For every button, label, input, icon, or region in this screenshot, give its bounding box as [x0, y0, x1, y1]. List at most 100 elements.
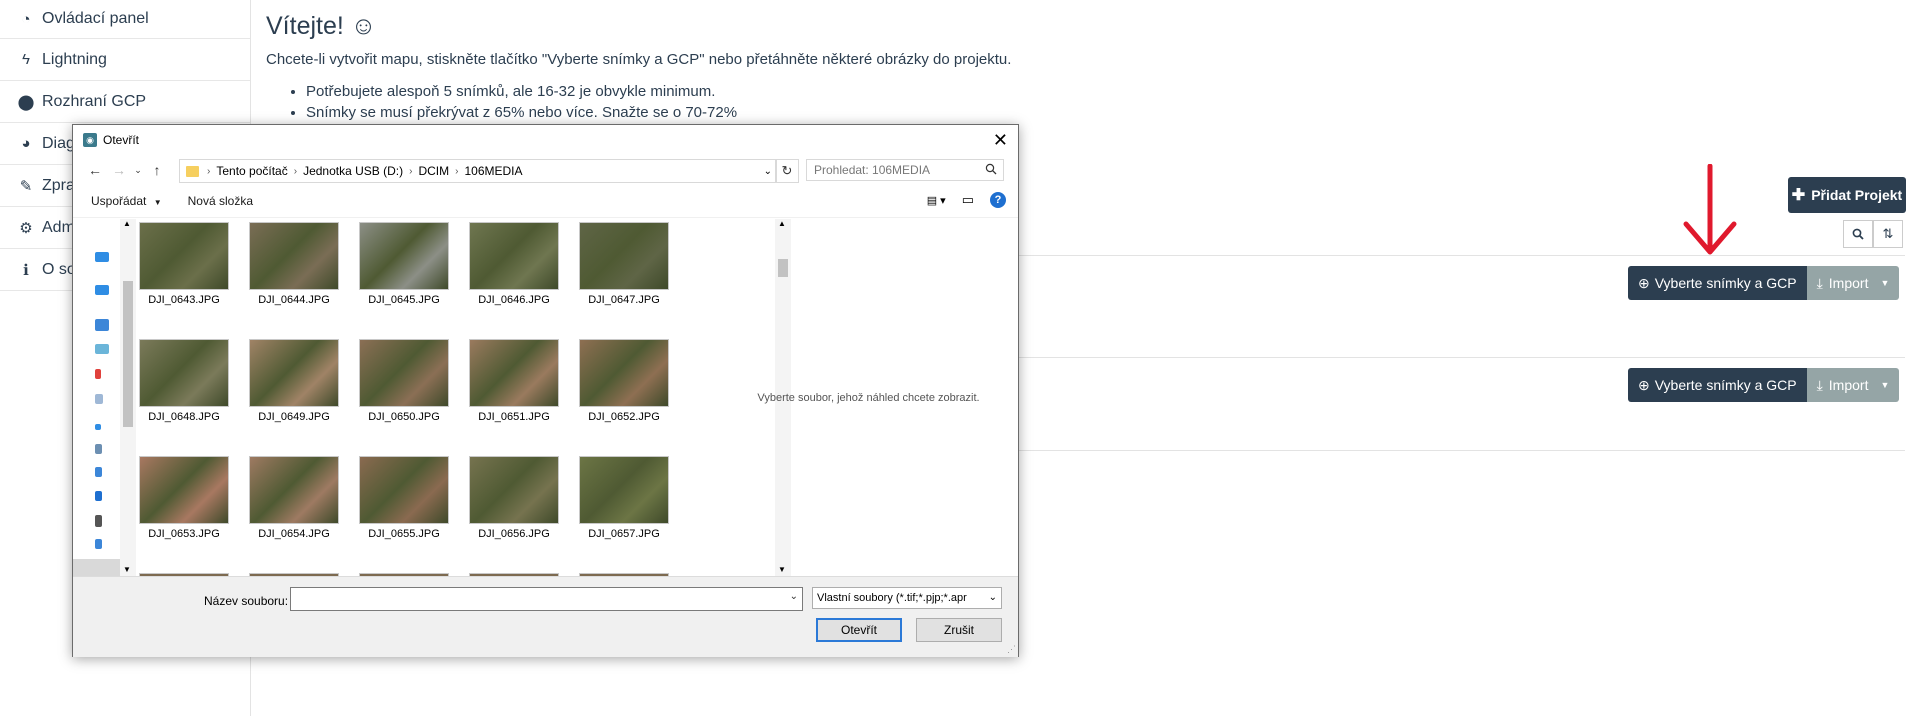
- close-icon[interactable]: ✕: [993, 130, 1008, 151]
- this-pc-icon[interactable]: [95, 319, 109, 331]
- image-thumbnail: [359, 222, 449, 290]
- sidebar-item[interactable]: ϟ Lightning: [0, 39, 250, 81]
- forward-arrow-icon[interactable]: →: [107, 162, 131, 178]
- search-input[interactable]: Prohledat: 106MEDIA: [806, 159, 1004, 181]
- drive-icon[interactable]: [95, 515, 102, 527]
- onedrive-icon[interactable]: [95, 252, 109, 262]
- music-icon[interactable]: [95, 444, 102, 454]
- scroll-down-icon[interactable]: ▼: [123, 565, 131, 574]
- file-type-select[interactable]: Vlastní soubory (*.tif;*.pjp;*.apr ⌄: [812, 587, 1002, 609]
- breadcrumb-item[interactable]: 106MEDIA: [464, 164, 522, 178]
- file-tile[interactable]: DJI_0653.JPG: [139, 456, 229, 540]
- file-name: DJI_0652.JPG: [588, 411, 660, 423]
- usb-drive-icon[interactable]: [95, 539, 102, 549]
- caret-down-icon: ▼: [1880, 380, 1890, 390]
- pictures-icon[interactable]: [95, 467, 102, 477]
- chevron-down-icon[interactable]: ⌄: [790, 591, 798, 602]
- import-icon: ⤓: [1816, 376, 1823, 393]
- help-icon[interactable]: ?: [990, 192, 1006, 208]
- bolt-icon: ϟ: [22, 51, 30, 68]
- resize-grip-icon[interactable]: ⋰: [1007, 644, 1016, 655]
- command-bar: Uspořádat ▼ Nová složka ▤ ▾ ▭ ?: [73, 185, 1018, 218]
- up-arrow-icon[interactable]: ↑: [145, 162, 169, 178]
- select-images-button[interactable]: ⊕ Vyberte snímky a GCP: [1628, 266, 1807, 300]
- image-thumbnail: [359, 456, 449, 524]
- caret-down-icon: ▼: [1880, 278, 1890, 288]
- scroll-up-icon[interactable]: ▲: [123, 219, 131, 228]
- file-tile[interactable]: DJI_0657.JPG: [579, 456, 669, 540]
- import-icon: ⤓: [1816, 274, 1823, 291]
- wrench-icon: ✎: [19, 177, 33, 195]
- file-tile[interactable]: DJI_0652.JPG: [579, 339, 669, 423]
- sidebar-item[interactable]: ◔ Ovládací panel: [0, 0, 250, 39]
- change-view-icon[interactable]: ▤ ▾: [927, 194, 946, 207]
- select-images-button[interactable]: ⊕ Vyberte snímky a GCP: [1628, 368, 1807, 402]
- breadcrumb-item[interactable]: Tento počítač: [216, 164, 287, 178]
- tip-item: Snímky se musí překrývat z 65% nebo více…: [306, 102, 1920, 123]
- file-tile[interactable]: DJI_0654.JPG: [249, 456, 339, 540]
- documents-icon[interactable]: [95, 394, 103, 404]
- search-placeholder: Prohledat: 106MEDIA: [814, 163, 931, 177]
- chevron-down-icon[interactable]: ⌄: [764, 166, 772, 177]
- app-icon: ◉: [83, 133, 97, 147]
- file-tile[interactable]: DJI_0656.JPG: [469, 456, 559, 540]
- image-thumbnail: [359, 339, 449, 407]
- file-tile[interactable]: DJI_0643.JPG: [139, 222, 229, 306]
- selected-nav-item[interactable]: [73, 559, 120, 576]
- file-tile[interactable]: DJI_0655.JPG: [359, 456, 449, 540]
- import-button[interactable]: ⤓ Import ▼: [1806, 266, 1900, 300]
- plus-icon: ✚: [1791, 187, 1806, 204]
- filename-input[interactable]: ⌄: [290, 587, 803, 611]
- open-button[interactable]: Otevřít: [816, 618, 902, 642]
- image-thumbnail: [469, 339, 559, 407]
- tips-list: Potřebujete alespoň 5 snímků, ale 16-32 …: [266, 81, 1920, 123]
- pie-chart-icon: ◕: [21, 135, 31, 152]
- file-tile[interactable]: DJI_0644.JPG: [249, 222, 339, 306]
- organize-button[interactable]: Uspořádat ▼: [91, 194, 162, 208]
- breadcrumb-item[interactable]: Jednotka USB (D:): [303, 164, 403, 178]
- downloads-icon[interactable]: [95, 424, 101, 430]
- file-tile[interactable]: DJI_0647.JPG: [579, 222, 669, 306]
- address-bar[interactable]: › Tento počítač › Jednotka USB (D:) › DC…: [179, 159, 777, 183]
- cancel-button[interactable]: Zrušit: [916, 618, 1002, 642]
- add-project-button[interactable]: ✚ Přidat Projekt: [1788, 177, 1906, 213]
- import-button[interactable]: ⤓ Import ▼: [1806, 368, 1900, 402]
- view-controls: ▤ ▾ ▭ ?: [927, 192, 1006, 208]
- file-tile[interactable]: DJI_0646.JPG: [469, 222, 559, 306]
- sidebar-item-label: Ovládací panel: [42, 10, 149, 27]
- search-icon[interactable]: [1843, 220, 1873, 248]
- scroll-thumb[interactable]: [123, 281, 133, 427]
- file-name: DJI_0657.JPG: [588, 528, 660, 540]
- file-name: DJI_0646.JPG: [478, 294, 550, 306]
- file-tile[interactable]: DJI_0649.JPG: [249, 339, 339, 423]
- cogs-icon: ⚙: [19, 219, 33, 237]
- preview-pane-icon[interactable]: ▭: [962, 192, 974, 208]
- sidebar-item[interactable]: ⬤ Rozhraní GCP: [0, 81, 250, 123]
- objects-icon[interactable]: [95, 344, 109, 354]
- file-name: DJI_0653.JPG: [148, 528, 220, 540]
- breadcrumb-item[interactable]: DCIM: [418, 164, 449, 178]
- onedrive-icon[interactable]: [95, 285, 109, 295]
- desktop-icon[interactable]: [95, 369, 101, 379]
- preview-text: Vyberte soubor, jehož náhled chcete zobr…: [757, 391, 980, 404]
- file-name: DJI_0650.JPG: [368, 411, 440, 423]
- back-arrow-icon[interactable]: ←: [83, 162, 107, 178]
- upload-icon: ⊕: [1638, 274, 1650, 291]
- file-tile[interactable]: DJI_0650.JPG: [359, 339, 449, 423]
- file-tile[interactable]: DJI_0645.JPG: [359, 222, 449, 306]
- file-tile[interactable]: DJI_0651.JPG: [469, 339, 559, 423]
- map-marker-icon: ⬤: [17, 93, 35, 111]
- videos-icon[interactable]: [95, 491, 102, 501]
- dialog-titlebar[interactable]: ◉ Otevřít ✕: [73, 125, 1018, 155]
- new-folder-button[interactable]: Nová složka: [188, 194, 253, 208]
- chevron-right-icon: ›: [293, 165, 298, 177]
- refresh-icon[interactable]: ↻: [775, 159, 799, 183]
- file-tile[interactable]: DJI_0648.JPG: [139, 339, 229, 423]
- sort-icon[interactable]: ⇅: [1873, 220, 1903, 248]
- navigation-pane[interactable]: [73, 219, 121, 576]
- nav-scrollbar[interactable]: ▲ ▼: [120, 219, 136, 576]
- image-thumbnail: [579, 339, 669, 407]
- file-type-label: Vlastní soubory (*.tif;*.pjp;*.apr: [817, 592, 967, 604]
- info-circle-icon: ℹ: [23, 261, 29, 279]
- recent-locations-icon[interactable]: ⌄: [131, 165, 145, 176]
